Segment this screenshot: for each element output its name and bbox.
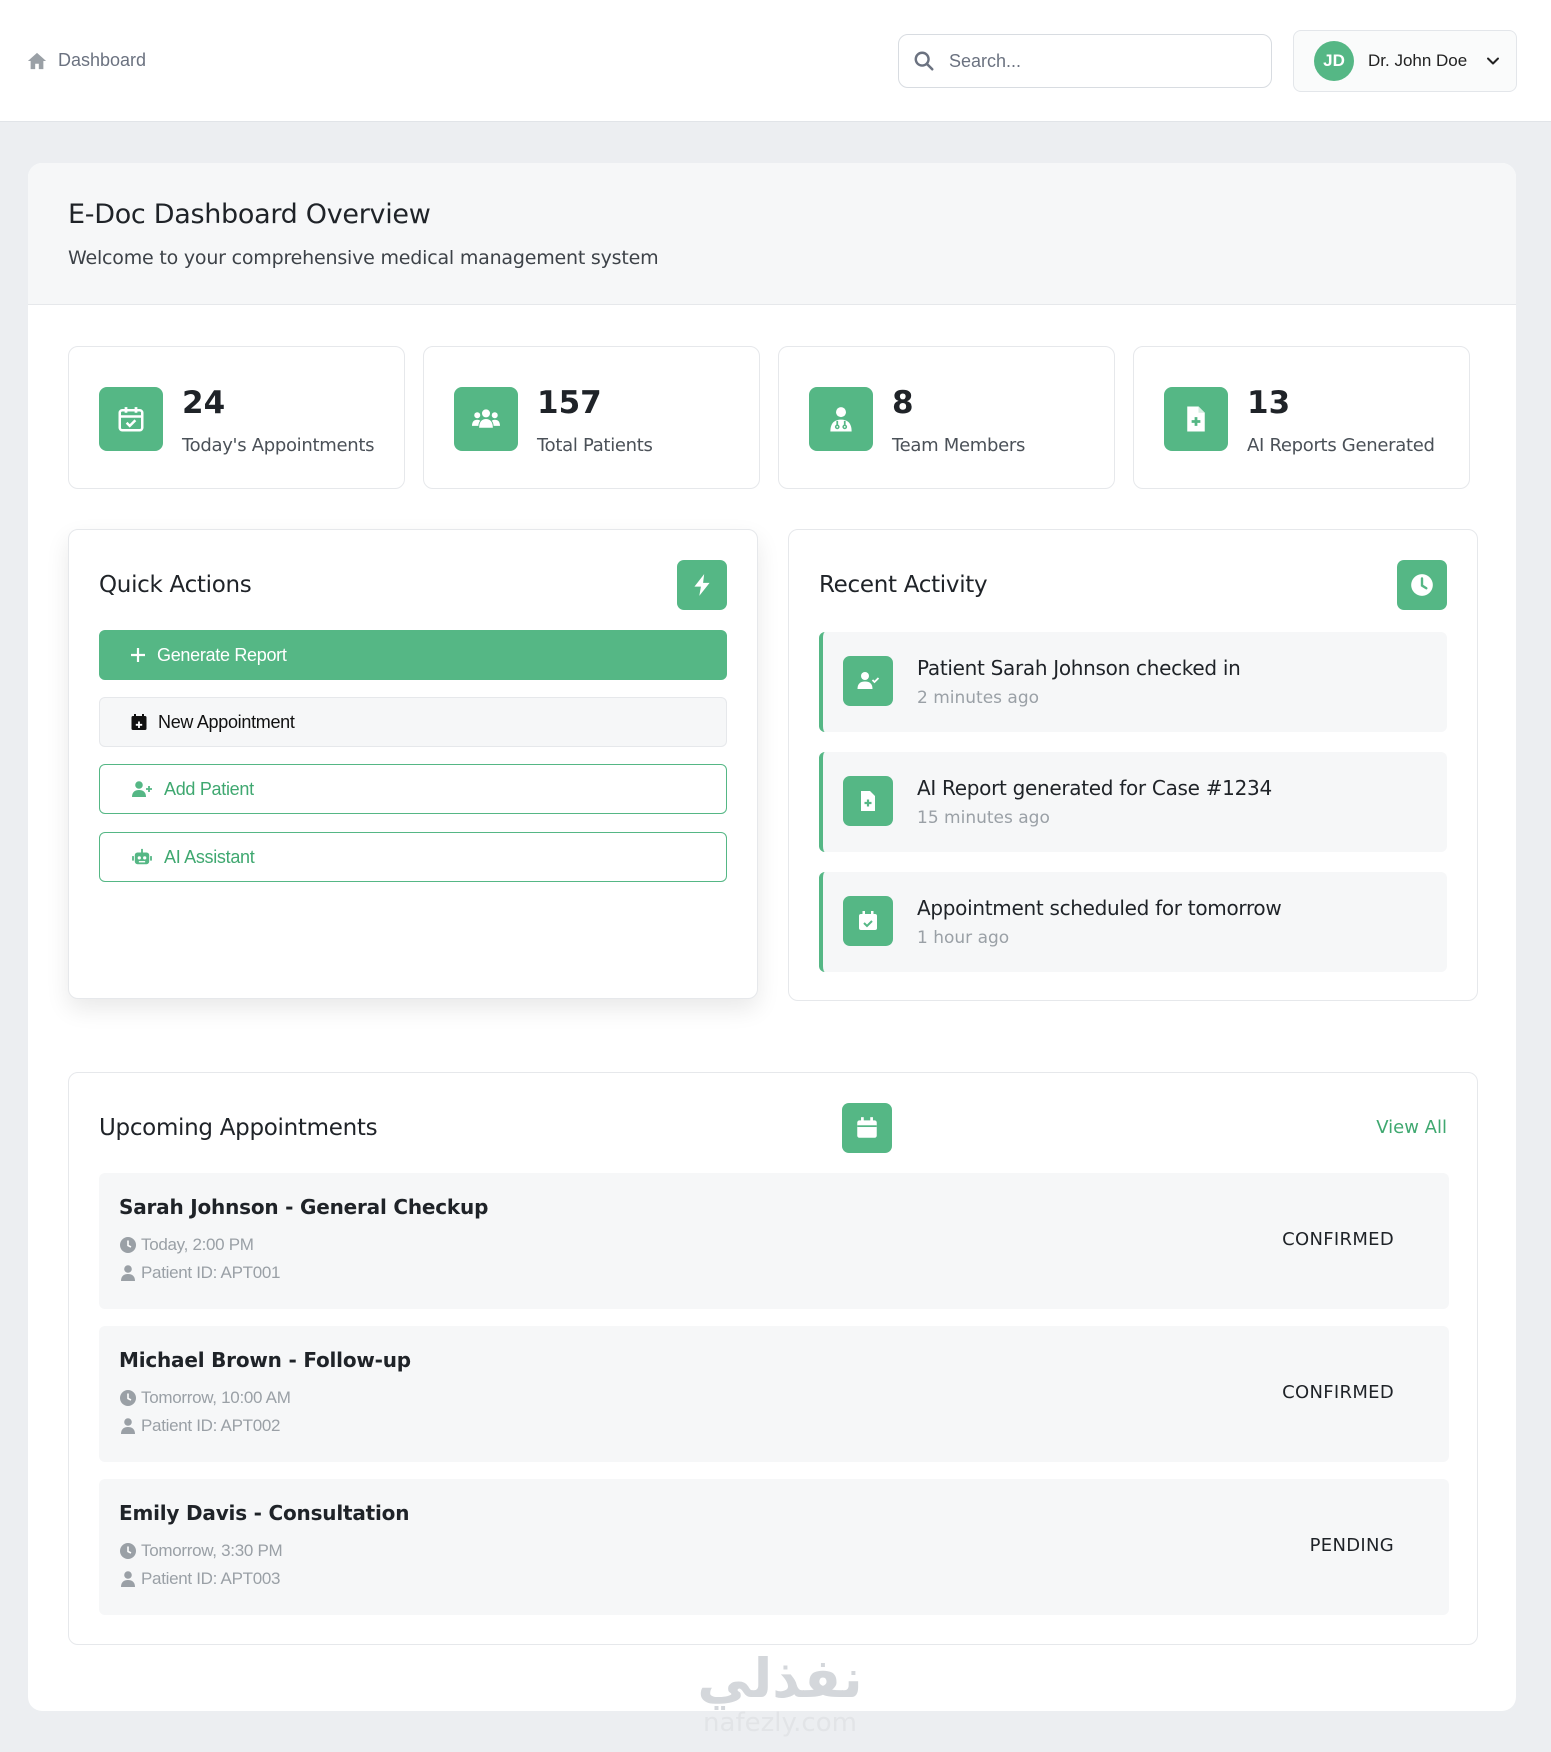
page-title: E-Doc Dashboard Overview xyxy=(68,199,431,230)
button-label: Generate Report xyxy=(157,644,287,665)
plus-icon xyxy=(131,648,145,662)
user-icon xyxy=(121,1265,135,1281)
stat-label: Total Patients xyxy=(537,435,653,456)
clock-icon xyxy=(120,1543,136,1559)
appointment-patient-id: Patient ID: APT003 xyxy=(141,1569,281,1588)
calendar-check-icon xyxy=(843,896,893,946)
appointment-patient-row: Patient ID: APT003 xyxy=(119,1569,280,1589)
bolt-icon xyxy=(677,560,727,610)
appointment-time: Today, 2:00 PM xyxy=(141,1235,254,1254)
avatar: JD xyxy=(1314,41,1354,81)
appointment-time: Tomorrow, 3:30 PM xyxy=(141,1541,283,1560)
recent-activity-title: Recent Activity xyxy=(819,572,988,598)
user-icon xyxy=(121,1571,135,1587)
doctor-icon xyxy=(809,387,873,451)
stat-card-reports: 13 AI Reports Generated xyxy=(1133,346,1470,489)
stat-label: Team Members xyxy=(892,435,1026,456)
activity-text: Patient Sarah Johnson checked in xyxy=(917,656,1241,680)
calendar-icon xyxy=(842,1103,892,1153)
generate-report-button[interactable]: Generate Report xyxy=(99,630,727,680)
appointment-title: Sarah Johnson - General Checkup xyxy=(119,1195,489,1219)
appointment-patient-id: Patient ID: APT002 xyxy=(141,1416,281,1435)
appointment-item[interactable]: Sarah Johnson - General Checkup Today, 2… xyxy=(99,1173,1449,1309)
user-icon xyxy=(121,1418,135,1434)
stat-label: AI Reports Generated xyxy=(1247,435,1435,456)
activity-text: Appointment scheduled for tomorrow xyxy=(917,896,1282,920)
stat-card-team: 8 Team Members xyxy=(778,346,1115,489)
activity-item[interactable]: Patient Sarah Johnson checked in 2 minut… xyxy=(819,632,1447,732)
file-medical-icon xyxy=(1164,387,1228,451)
clock-icon xyxy=(120,1237,136,1253)
user-plus-icon xyxy=(132,781,152,797)
add-patient-button[interactable]: Add Patient xyxy=(99,764,727,814)
button-label: Add Patient xyxy=(164,778,254,799)
activity-item[interactable]: AI Report generated for Case #1234 15 mi… xyxy=(819,752,1447,852)
activity-time: 1 hour ago xyxy=(917,928,1010,948)
user-menu[interactable]: JD Dr. John Doe xyxy=(1293,30,1517,92)
overview-header: E-Doc Dashboard Overview Welcome to your… xyxy=(28,163,1516,305)
search-input[interactable] xyxy=(949,50,1249,72)
breadcrumb-label: Dashboard xyxy=(58,50,147,70)
activity-time: 2 minutes ago xyxy=(917,688,1040,708)
dashboard-main: E-Doc Dashboard Overview Welcome to your… xyxy=(28,163,1516,1711)
recent-activity-panel: Recent Activity Patient Sarah Johnson ch… xyxy=(788,529,1478,1001)
appointment-time-row: Tomorrow, 10:00 AM xyxy=(119,1388,291,1408)
top-bar: Dashboard JD Dr. John Doe xyxy=(0,0,1551,122)
status-badge: CONFIRMED xyxy=(1282,1382,1394,1403)
button-label: New Appointment xyxy=(158,711,295,732)
stat-value: 13 xyxy=(1247,385,1291,421)
file-medical-icon xyxy=(843,776,893,826)
appointment-time-row: Tomorrow, 3:30 PM xyxy=(119,1541,283,1561)
stat-card-appointments: 24 Today's Appointments xyxy=(68,346,405,489)
clock-icon xyxy=(120,1390,136,1406)
clock-icon xyxy=(1397,560,1447,610)
appointment-patient-row: Patient ID: APT002 xyxy=(119,1416,280,1436)
home-icon xyxy=(27,52,47,69)
button-label: AI Assistant xyxy=(164,846,255,867)
search-icon xyxy=(914,51,934,71)
stat-value: 157 xyxy=(537,385,602,421)
quick-actions-title: Quick Actions xyxy=(99,572,252,598)
user-check-icon xyxy=(843,656,893,706)
breadcrumb[interactable]: Dashboard xyxy=(26,50,146,71)
appointment-item[interactable]: Emily Davis - Consultation Tomorrow, 3:3… xyxy=(99,1479,1449,1615)
watermark-latin: nafezly.com xyxy=(703,1708,857,1738)
stat-value: 8 xyxy=(892,385,914,421)
activity-text: AI Report generated for Case #1234 xyxy=(917,776,1272,800)
search-box[interactable] xyxy=(898,34,1272,88)
stat-card-patients: 157 Total Patients xyxy=(423,346,760,489)
page-subtitle: Welcome to your comprehensive medical ma… xyxy=(68,247,659,269)
appointment-title: Michael Brown - Follow-up xyxy=(119,1348,411,1372)
robot-icon xyxy=(132,848,152,865)
appointment-patient-row: Patient ID: APT001 xyxy=(119,1263,280,1283)
calendar-plus-icon xyxy=(131,714,147,730)
user-name: Dr. John Doe xyxy=(1368,51,1468,70)
appointments-title: Upcoming Appointments xyxy=(99,1115,378,1141)
activity-item[interactable]: Appointment scheduled for tomorrow 1 hou… xyxy=(819,872,1447,972)
view-all-link[interactable]: View All xyxy=(1376,1117,1447,1138)
stat-value: 24 xyxy=(182,385,226,421)
stat-label: Today's Appointments xyxy=(182,435,375,456)
status-badge: PENDING xyxy=(1309,1535,1394,1556)
chevron-down-icon xyxy=(1487,57,1500,65)
quick-actions-panel: Quick Actions Generate Report New Appoin… xyxy=(68,529,758,999)
appointment-time: Tomorrow, 10:00 AM xyxy=(141,1388,291,1407)
upcoming-appointments-panel: Upcoming Appointments View All Sarah Joh… xyxy=(68,1072,1478,1645)
activity-time: 15 minutes ago xyxy=(917,808,1050,828)
status-badge: CONFIRMED xyxy=(1282,1229,1394,1250)
ai-assistant-button[interactable]: AI Assistant xyxy=(99,832,727,882)
appointment-time-row: Today, 2:00 PM xyxy=(119,1235,254,1255)
appointment-title: Emily Davis - Consultation xyxy=(119,1501,410,1525)
new-appointment-button[interactable]: New Appointment xyxy=(99,697,727,747)
users-icon xyxy=(454,387,518,451)
appointment-patient-id: Patient ID: APT001 xyxy=(141,1263,281,1282)
calendar-check-icon xyxy=(99,387,163,451)
appointment-item[interactable]: Michael Brown - Follow-up Tomorrow, 10:0… xyxy=(99,1326,1449,1462)
